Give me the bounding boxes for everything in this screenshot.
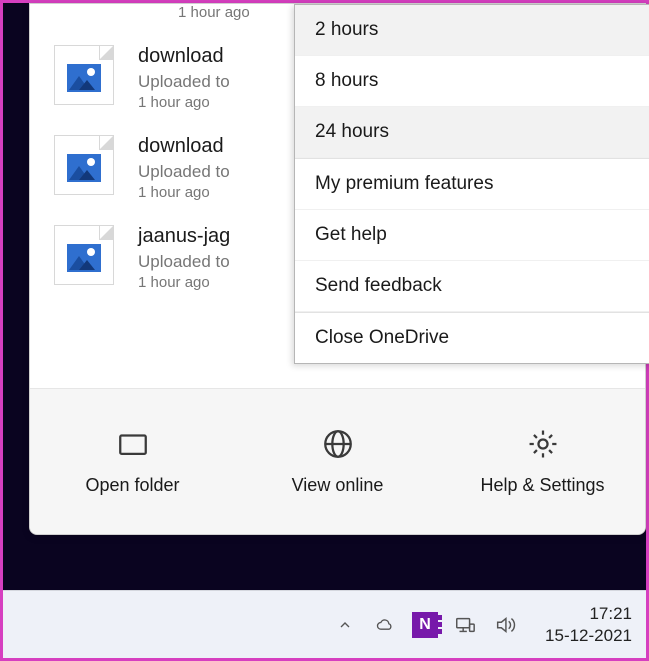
file-time: 1 hour ago: [178, 4, 250, 21]
view-online-button[interactable]: View online: [235, 389, 440, 534]
file-thumbnail-icon: [54, 45, 114, 105]
menu-item-close-onedrive[interactable]: Close OneDrive: [295, 312, 649, 363]
gear-icon: [526, 427, 560, 461]
menu-item-8-hours[interactable]: 8 hours: [295, 56, 649, 107]
system-tray: N 17:21 15-12-2021: [331, 603, 636, 646]
menu-item-get-help[interactable]: Get help: [295, 210, 649, 261]
taskbar: N 17:21 15-12-2021: [3, 590, 646, 658]
globe-icon: [321, 427, 355, 461]
file-thumbnail-icon: [54, 225, 114, 285]
tray-overflow-icon[interactable]: [331, 611, 359, 639]
file-name: jaanus-jag: [138, 225, 230, 248]
open-folder-button[interactable]: Open folder: [30, 389, 235, 534]
clock-date: 15-12-2021: [545, 625, 632, 646]
network-icon[interactable]: [451, 611, 479, 639]
file-status: Uploaded to: [138, 252, 230, 272]
help-settings-label: Help & Settings: [480, 475, 604, 496]
file-time: 1 hour ago: [138, 274, 230, 291]
view-online-label: View online: [292, 475, 384, 496]
file-status: Uploaded to: [138, 162, 230, 182]
help-settings-button[interactable]: Help & Settings: [440, 389, 645, 534]
clock[interactable]: 17:21 15-12-2021: [545, 603, 632, 646]
file-thumbnail-icon: [54, 135, 114, 195]
file-time: 1 hour ago: [138, 184, 230, 201]
menu-item-2-hours[interactable]: 2 hours: [295, 5, 649, 56]
action-bar: Open folder View online Help & Settings: [30, 388, 645, 534]
onenote-icon[interactable]: N: [411, 611, 439, 639]
menu-item-premium-features[interactable]: My premium features: [295, 158, 649, 210]
file-name: download: [138, 45, 230, 68]
volume-icon[interactable]: [491, 611, 519, 639]
onedrive-cloud-icon[interactable]: [371, 611, 399, 639]
file-name: download: [138, 135, 230, 158]
onedrive-flyout: 1 hour ago download Uploaded to 1 hour a…: [29, 3, 646, 535]
folder-icon: [116, 427, 150, 461]
file-time: 1 hour ago: [138, 94, 230, 111]
menu-item-24-hours[interactable]: 24 hours: [295, 107, 649, 158]
context-menu: 2 hours 8 hours 24 hours My premium feat…: [294, 4, 649, 364]
menu-item-send-feedback[interactable]: Send feedback: [295, 261, 649, 312]
open-folder-label: Open folder: [85, 475, 179, 496]
file-status: Uploaded to: [138, 72, 230, 92]
clock-time: 17:21: [545, 603, 632, 624]
